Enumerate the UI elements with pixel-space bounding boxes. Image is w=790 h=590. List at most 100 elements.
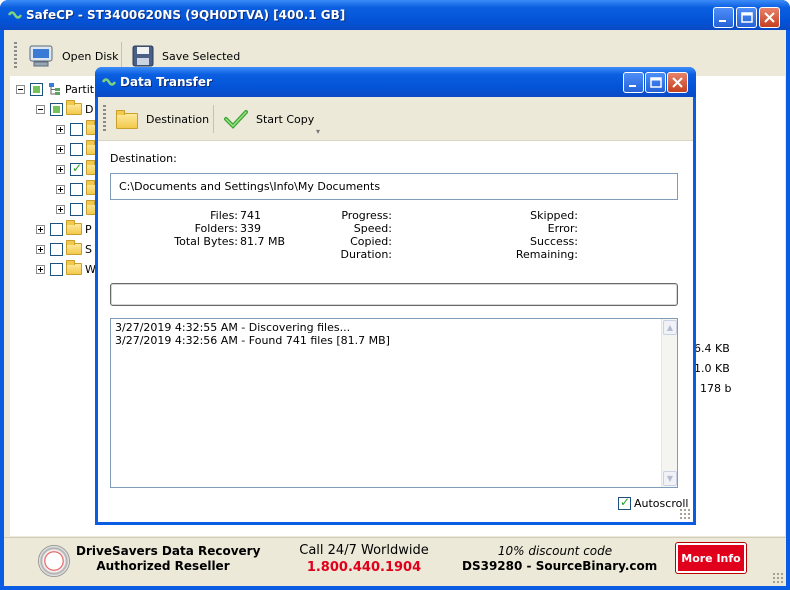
discount-block: 10% discount code DS39280 - SourceBinary… [462,544,658,574]
start-copy-label: Start Copy [256,112,315,126]
tree-item-p[interactable]: P [36,220,92,237]
data-transfer-dialog: Data Transfer Destination Start Copy ▾ D… [95,67,696,525]
dialog-title: Data Transfer [120,75,212,89]
log-line: 3/27/2019 4:32:55 AM - Discovering files… [115,321,351,334]
toolbar-overflow-icon[interactable]: ▾ [316,127,320,136]
files-value: 741 [240,209,261,222]
minimize-icon [629,85,636,87]
folders-value: 339 [240,222,261,235]
expand-toggle[interactable] [56,204,65,214]
dialog-toolbar: Destination Start Copy ▾ [98,97,693,141]
scroll-up-icon[interactable]: ▲ [663,320,677,335]
destination-button[interactable]: Destination [110,103,215,135]
tree-checkbox[interactable] [50,222,63,236]
toolbar-grip[interactable] [14,42,17,70]
expand-toggle[interactable] [56,124,65,134]
discount-text: 10% discount code [497,544,613,558]
tree-label-d: D [85,102,94,116]
toolbar-grip[interactable] [103,105,106,133]
autoscroll-checkbox[interactable]: Autoscroll [618,495,688,510]
discount-code: DS39280 - SourceBinary.com [462,559,658,573]
minimize-icon [719,20,726,22]
checkmark-icon [224,110,248,129]
tree-checkbox[interactable] [70,161,83,176]
dialog-maximize-button[interactable] [645,72,666,93]
expand-toggle[interactable] [36,244,45,254]
folder-icon [66,260,82,275]
close-icon [764,12,775,23]
tree-checkbox[interactable] [70,142,83,156]
expand-toggle[interactable] [56,144,65,154]
start-copy-button[interactable]: Start Copy [218,103,320,135]
destination-label: Destination: [110,152,177,165]
expand-toggle[interactable] [36,224,45,234]
dialog-resize-grip[interactable] [679,508,691,520]
minimize-button[interactable] [713,7,734,28]
call-block: Call 24/7 Worldwide 1.800.440.1904 [296,542,432,576]
log-scrollbar[interactable]: ▲ ▼ [661,319,677,487]
dialog-minimize-button[interactable] [623,72,644,93]
close-icon [672,77,683,88]
tree-item-w[interactable]: W [36,260,96,277]
size-value: 1.0 KB [694,362,730,375]
total-bytes-value: 81.7 MB [240,235,286,248]
speed-label: Speed: [353,222,392,235]
partition-tree-icon [49,83,60,95]
close-button[interactable] [759,7,780,28]
save-selected-label: Save Selected [162,49,241,63]
skipped-label: Skipped: [530,209,578,222]
tree-checkbox[interactable] [70,202,83,216]
dialog-client-area: Destination Start Copy ▾ Destination: C:… [98,97,693,522]
more-info-button[interactable]: More Info [675,542,747,574]
scroll-down-icon[interactable]: ▼ [663,471,677,486]
app-icon [8,11,22,19]
folder-icon [66,240,82,255]
maximize-icon [650,77,662,88]
size-value: 6.4 KB [694,342,730,355]
tree-checkbox[interactable] [50,242,63,256]
copied-label: Copied: [350,235,392,248]
dialog-titlebar[interactable]: Data Transfer [95,67,696,97]
progress-label: Progress: [341,209,392,222]
company-block: DriveSavers Data Recovery Authorized Res… [76,544,261,574]
tree-label-p: P [85,222,92,236]
tree-checkbox[interactable] [50,102,63,116]
tree-checkbox[interactable] [50,262,63,276]
remaining-label: Remaining: [515,248,578,261]
collapse-toggle[interactable] [16,84,25,94]
folders-label: Folders: [194,222,238,235]
expand-toggle[interactable] [36,264,45,274]
collapse-toggle[interactable] [36,104,45,114]
total-bytes-label: Total Bytes: [174,235,238,248]
files-label: Files: [210,209,238,222]
expand-toggle[interactable] [56,184,65,194]
tree-checkbox[interactable] [70,122,83,136]
open-disk-label: Open Disk [62,49,119,63]
tree-label-root: Partit [65,82,95,96]
progress-bar [110,283,678,306]
destination-button-label: Destination [146,112,210,126]
tree-item-s[interactable]: S [36,240,92,257]
autoscroll-check[interactable] [618,495,631,510]
folder-icon [116,110,138,129]
resize-grip[interactable] [772,572,784,584]
dialog-close-button[interactable] [667,72,688,93]
success-label: Success: [530,235,578,248]
tree-item-root[interactable]: Partit [16,81,94,97]
company-name: DriveSavers Data Recovery [76,544,261,558]
phone-number: 1.800.440.1904 [306,560,422,575]
destination-field[interactable]: C:\Documents and Settings\Info\My Docume… [110,173,678,200]
floppy-save-icon [132,45,154,67]
tree-checkbox[interactable] [30,82,43,96]
main-titlebar[interactable]: SafeCP - ST3400620NS (9QH0DTVA) [400.1 G… [0,0,790,30]
footer-banner: DriveSavers Data Recovery Authorized Res… [4,537,786,586]
tree-item-d[interactable]: D [36,100,94,117]
app-icon [102,78,116,86]
toolbar-separator [121,42,122,70]
maximize-button[interactable] [736,7,757,28]
log-box[interactable]: 3/27/2019 4:32:55 AM - Discovering files… [110,318,678,488]
expand-toggle[interactable] [56,164,65,174]
tree-checkbox[interactable] [70,182,83,196]
call-text: Call 24/7 Worldwide [299,543,429,558]
error-label: Error: [547,222,578,235]
